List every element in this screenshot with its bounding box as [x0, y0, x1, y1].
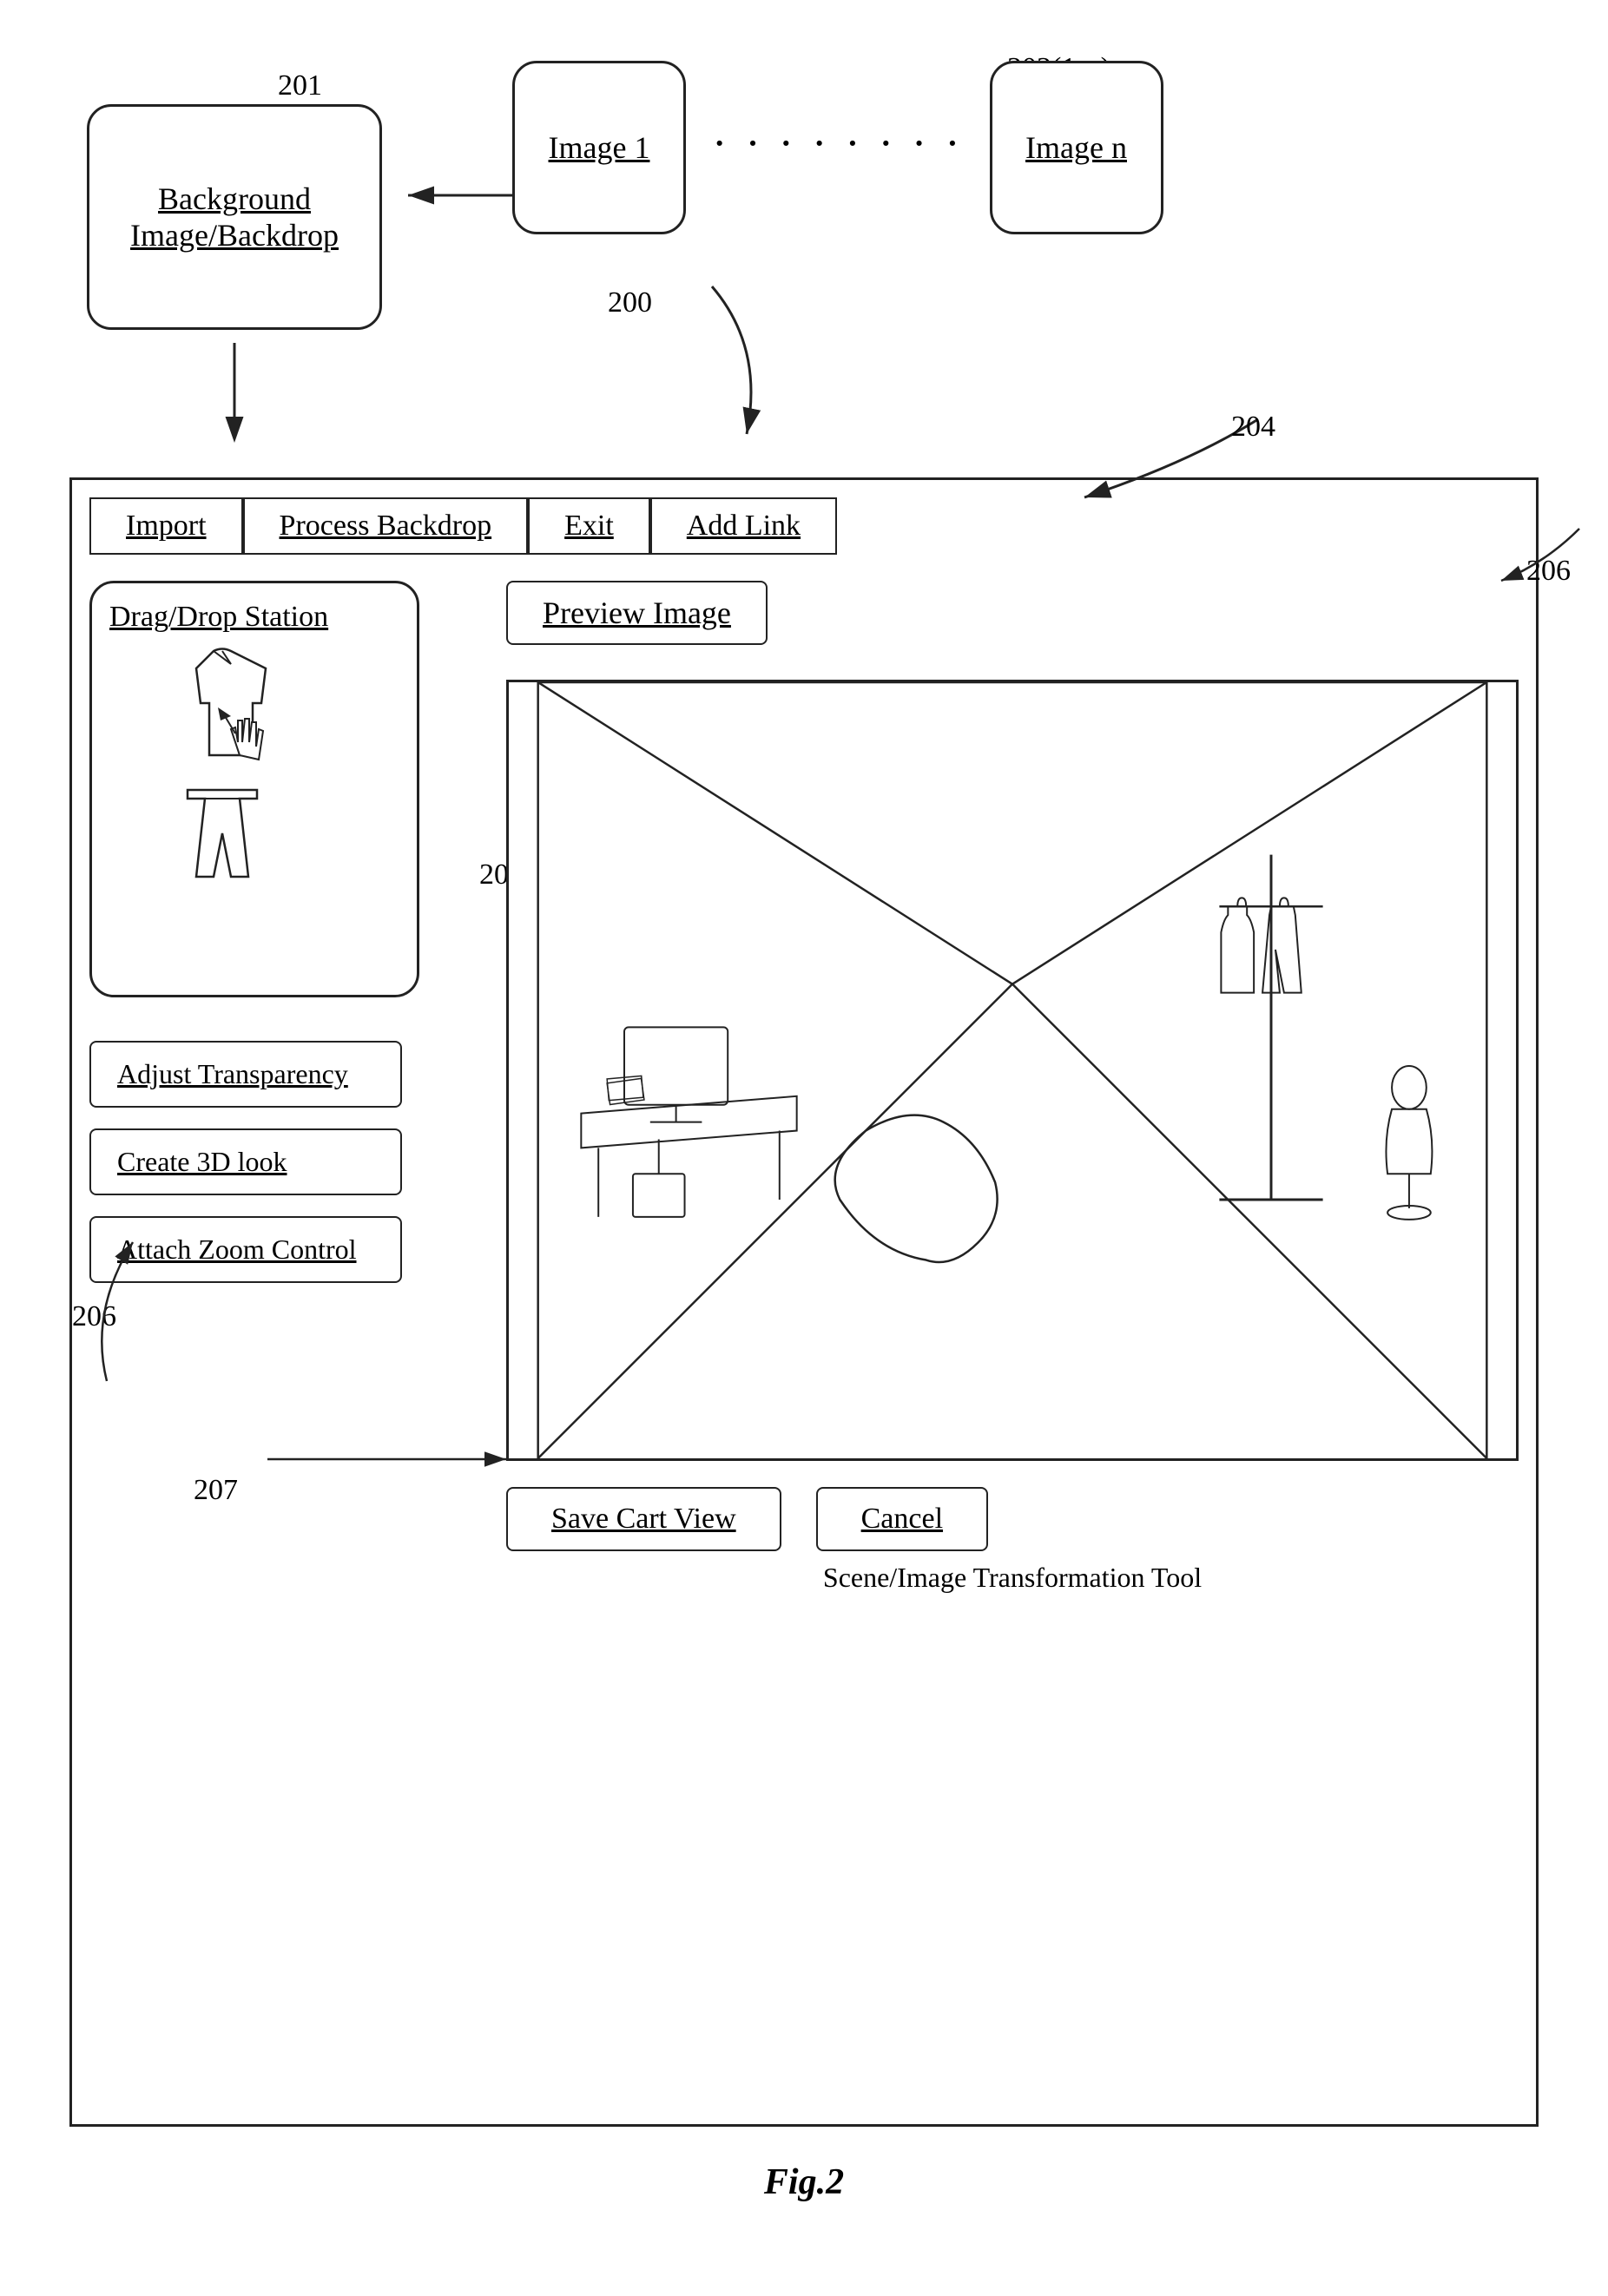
- bg-image-label: BackgroundImage/Backdrop: [130, 181, 339, 253]
- arrow-207-right-svg: [263, 1433, 524, 1485]
- bottom-buttons: Save Cart View Cancel: [506, 1487, 1519, 1551]
- scene-box: [506, 680, 1519, 1461]
- adjust-transparency-button[interactable]: Adjust Transparency: [89, 1041, 402, 1108]
- arrow-206-right-svg: [1475, 511, 1605, 598]
- fig-caption: Fig.2: [35, 2161, 1573, 2238]
- arrow-200-down: [643, 278, 816, 456]
- main-panel: 204 Import Process Backdrop Exit Add Lin…: [69, 477, 1539, 2127]
- create-3d-button[interactable]: Create 3D look: [89, 1128, 402, 1195]
- import-button[interactable]: Import: [89, 497, 243, 555]
- drag-drop-title: Drag/Drop Station: [109, 601, 399, 634]
- arrow-207-right: [263, 1433, 524, 1490]
- add-link-button[interactable]: Add Link: [650, 497, 837, 555]
- bg-image-box: BackgroundImage/Backdrop: [87, 104, 382, 330]
- ref-207: 207: [194, 1474, 238, 1507]
- preview-area-header: Preview Image 206 205: [506, 581, 1519, 662]
- drag-drop-title-text: Drag/Drop Station: [109, 601, 328, 633]
- save-cart-button[interactable]: Save Cart View: [506, 1487, 781, 1551]
- arrow-down-left: [208, 339, 260, 447]
- clothing-illustration: [109, 642, 399, 920]
- imagen-label: Image n: [1025, 129, 1127, 166]
- exit-button[interactable]: Exit: [528, 497, 650, 555]
- scene-svg: [509, 682, 1516, 1458]
- clothing-svg: [109, 642, 370, 920]
- images-row: Image 1 · · · · · · · · Image n: [512, 61, 1163, 234]
- scene-label: Scene/Image Transformation Tool: [506, 1562, 1519, 1594]
- drag-drop-station: Drag/Drop Station: [89, 581, 419, 997]
- content-area: Drag/Drop Station: [89, 581, 1519, 1594]
- ref-201: 201: [278, 69, 322, 102]
- process-backdrop-button[interactable]: Process Backdrop: [243, 497, 529, 555]
- ref-204-label: 204: [1231, 411, 1275, 444]
- top-section: 201 BackgroundImage/Backdrop 202(1-n): [35, 35, 1573, 451]
- image1-box: Image 1: [512, 61, 686, 234]
- arrow-down-left-svg: [208, 339, 260, 443]
- cancel-button[interactable]: Cancel: [816, 1487, 988, 1551]
- arrow-200-svg: [643, 278, 816, 451]
- arrow-206-up: [81, 1225, 185, 1403]
- dots-label: · · · · · · · ·: [712, 118, 964, 169]
- arrow-206-up-svg: [81, 1225, 185, 1398]
- page-container: 201 BackgroundImage/Backdrop 202(1-n): [0, 0, 1608, 2296]
- image1-label: Image 1: [549, 129, 650, 166]
- imagen-box: Image n: [990, 61, 1163, 234]
- ref-204-area: 204: [1015, 411, 1275, 519]
- left-panel: Drag/Drop Station: [89, 581, 454, 1594]
- images-group: Image 1 · · · · · · · · Image n: [512, 61, 1163, 234]
- right-panel: Preview Image 206 205: [506, 581, 1519, 1594]
- toolbar: Import Process Backdrop Exit Add Link: [89, 497, 1519, 555]
- preview-image-button[interactable]: Preview Image: [506, 581, 768, 645]
